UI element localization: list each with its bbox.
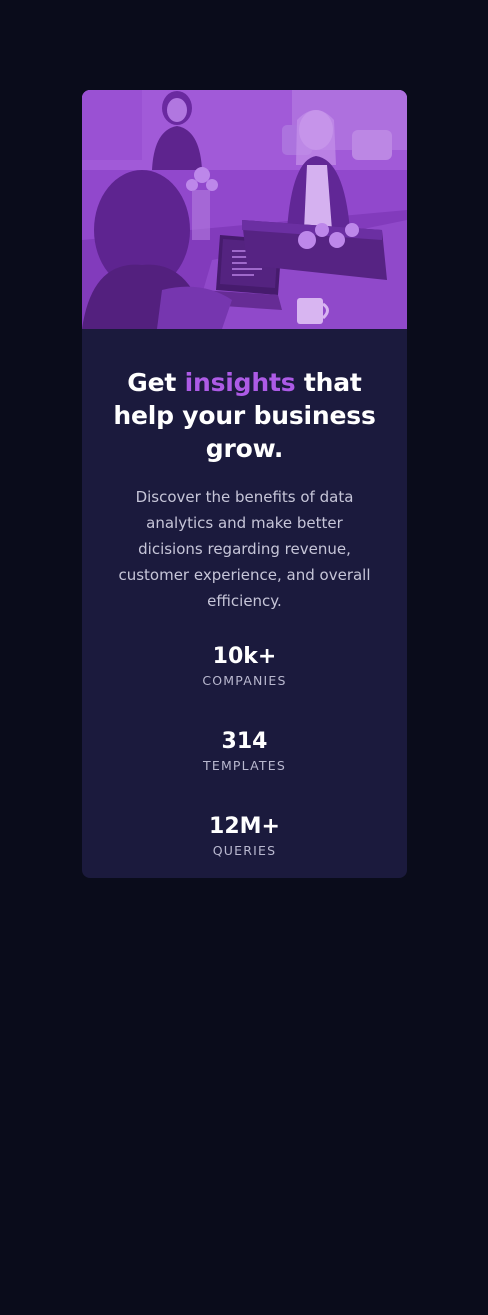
stat-queries: 12M+ QUERIES xyxy=(102,813,387,878)
title-highlight: insights xyxy=(184,368,296,397)
office-photo-illustration xyxy=(82,90,407,329)
stat-value: 12M+ xyxy=(209,814,280,839)
stats-list: 10k+ COMPANIES 314 TEMPLATES 12M+ QUERIE… xyxy=(102,643,387,878)
stat-label: TEMPLATES xyxy=(203,758,286,773)
card-title: Get insights that help your business gro… xyxy=(102,329,387,465)
office-team-photo xyxy=(82,90,407,329)
stat-templates: 314 TEMPLATES xyxy=(102,728,387,813)
stat-value: 314 xyxy=(221,729,268,754)
card-content: Get insights that help your business gro… xyxy=(82,329,407,878)
insights-card: Get insights that help your business gro… xyxy=(82,90,407,878)
stat-label: COMPANIES xyxy=(202,673,287,688)
card-description: Discover the benefits of data analytics … xyxy=(118,488,371,610)
stat-companies: 10k+ COMPANIES xyxy=(102,643,387,728)
stat-label: QUERIES xyxy=(212,843,277,858)
title-prefix: Get xyxy=(127,368,177,397)
stat-value: 10k+ xyxy=(212,644,277,669)
